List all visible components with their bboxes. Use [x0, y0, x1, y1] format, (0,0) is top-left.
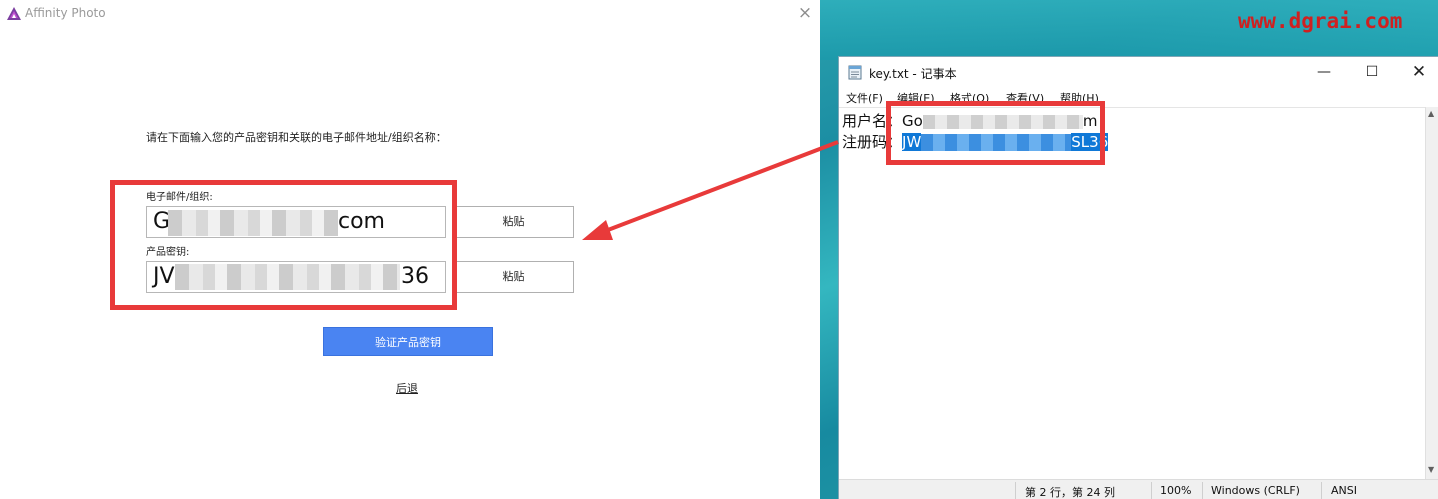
status-divider [1151, 482, 1152, 499]
status-bar: 第 2 行，第 24 列 100% Windows (CRLF) ANSI [839, 479, 1438, 499]
status-zoom: 100% [1160, 484, 1192, 497]
verify-product-key-button[interactable]: 验证产品密钥 [323, 327, 493, 356]
status-position: 第 2 行，第 24 列 [1025, 486, 1115, 499]
maximize-icon[interactable]: ☐ [1349, 61, 1395, 83]
status-divider [1015, 482, 1016, 499]
notepad-title: key.txt - 记事本 [869, 67, 957, 81]
instruction-text: 请在下面输入您的产品密钥和关联的电子邮件地址/组织名称： [146, 131, 447, 144]
highlight-box-key [886, 101, 1105, 165]
notepad-titlebar: key.txt - 记事本 — ☐ ✕ [839, 57, 1438, 87]
scroll-up-icon[interactable]: ▲ [1428, 109, 1434, 118]
scroll-down-icon[interactable]: ▼ [1428, 465, 1434, 474]
vertical-scrollbar[interactable]: ▲ ▼ [1425, 107, 1438, 479]
status-encoding: ANSI [1331, 484, 1357, 497]
status-divider [1202, 482, 1203, 499]
minimize-icon[interactable]: — [1301, 61, 1347, 83]
highlight-box-fields [110, 180, 457, 310]
affinity-dialog: Affinity Photo × 请在下面输入您的产品密钥和关联的电子邮件地址/… [0, 0, 820, 499]
screen: Affinity Photo × 请在下面输入您的产品密钥和关联的电子邮件地址/… [0, 0, 1438, 499]
dialog-title: Affinity Photo [25, 6, 106, 20]
notepad-icon [848, 65, 862, 80]
paste-email-button[interactable]: 粘贴 [453, 206, 574, 238]
close-icon[interactable]: × [797, 5, 813, 22]
status-line-ending: Windows (CRLF) [1211, 484, 1300, 497]
watermark-text: www.dgrai.com [1238, 9, 1403, 33]
paste-key-button[interactable]: 粘贴 [453, 261, 574, 293]
back-link[interactable]: 后退 [396, 380, 418, 396]
affinity-logo-icon [7, 7, 21, 20]
dialog-titlebar: Affinity Photo × [0, 0, 820, 28]
status-divider [1321, 482, 1322, 499]
close-icon[interactable]: ✕ [1396, 61, 1438, 83]
menu-file[interactable]: 文件(F) [846, 90, 883, 106]
